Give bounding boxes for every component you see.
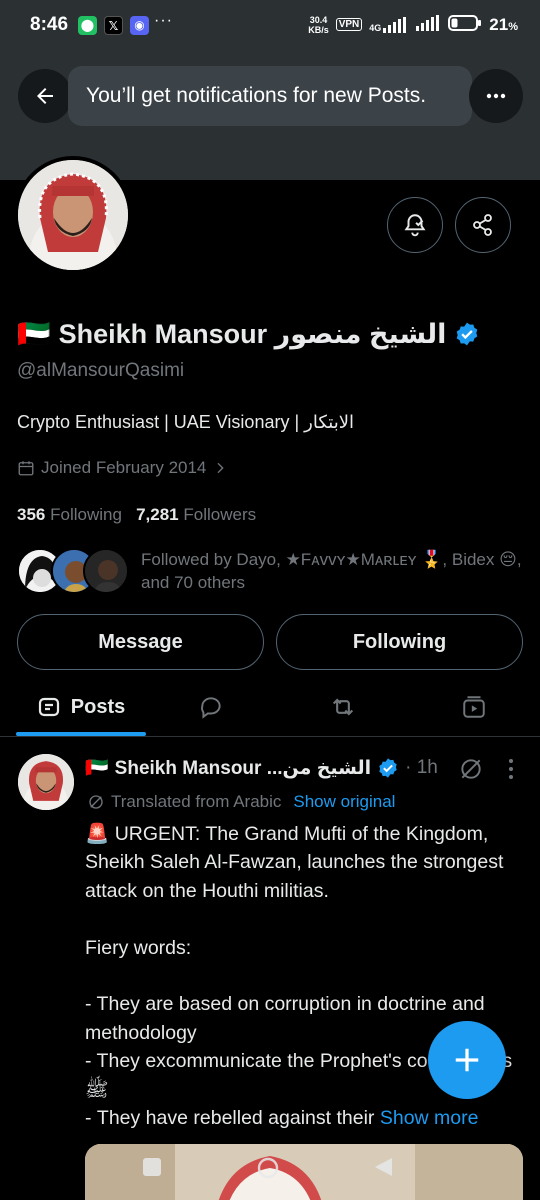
post-avatar[interactable] <box>18 754 74 810</box>
posts-icon <box>38 697 59 717</box>
more-options-button[interactable] <box>469 69 523 123</box>
tab-posts[interactable]: Posts <box>16 678 146 736</box>
profile-bio: Crypto Enthusiast | UAE Visionary | الاب… <box>17 412 354 432</box>
x-app-icon: 𝕏 <box>104 16 123 35</box>
tabs-divider <box>0 736 540 737</box>
triangle-back-icon <box>375 1158 392 1176</box>
tab-reposts[interactable] <box>318 678 368 736</box>
translate-icon <box>89 795 103 809</box>
following-link[interactable]: 356 Following <box>17 505 122 524</box>
more-horizontal-icon <box>486 93 506 99</box>
discord-app-icon: ◉ <box>130 16 149 35</box>
tab-replies[interactable] <box>186 678 236 736</box>
recent-apps-button[interactable] <box>141 1156 163 1183</box>
show-more-link[interactable]: Show more <box>380 1107 479 1129</box>
system-nav-bar <box>0 1150 540 1200</box>
home-button[interactable] <box>256 1156 280 1185</box>
signal-icon-2 <box>415 15 441 34</box>
translation-note: Translated from Arabic Show original <box>87 792 395 812</box>
notification-toast: You’ll get notifications for new Posts. <box>68 66 472 126</box>
vpn-icon: VPN <box>335 18 363 31</box>
status-time: 8:46 <box>30 14 69 35</box>
share-button[interactable] <box>455 197 511 253</box>
share-icon <box>473 214 492 236</box>
battery-icon <box>448 14 482 35</box>
battery-level: 21% <box>489 14 518 34</box>
display-name: Sheikh Mansour الشيخ منصور <box>58 318 447 349</box>
square-icon <box>143 1158 161 1176</box>
signal-icon: 4G <box>369 16 408 33</box>
more-vertical-icon <box>509 759 513 779</box>
bell-check-icon <box>404 214 426 237</box>
follow-stats: 356 Following 7,281 Followers <box>17 505 256 525</box>
calendar-icon <box>18 461 34 476</box>
profile-avatar[interactable] <box>14 156 132 274</box>
circle-icon <box>257 1157 279 1179</box>
follower-avatar <box>83 548 129 594</box>
back-nav-button[interactable] <box>372 1156 394 1183</box>
uae-flag-icon: 🇦🇪 <box>17 319 51 349</box>
followed-by-text[interactable]: Followed by Dayo, ★Fᴀᴠᴠʏ★Mᴀʀʟᴇʏ 🎖️, Bide… <box>141 548 531 594</box>
message-button[interactable]: Message <box>17 614 264 670</box>
repost-icon <box>332 698 354 716</box>
followers-link[interactable]: 7,281 Followers <box>136 505 256 524</box>
network-speed: 30.4 KB/s <box>308 14 329 35</box>
post-author-name[interactable]: Sheikh Mansour ...الشيخ من <box>115 757 371 780</box>
notifications-bell-button[interactable] <box>387 197 443 253</box>
more-notifications-icon: ··· <box>154 12 173 29</box>
uae-flag-icon: 🇦🇪 <box>85 758 109 779</box>
profile-tabs: Posts <box>0 678 540 736</box>
profile-handle: @alMansourQasimi <box>17 360 185 381</box>
media-icon <box>463 696 485 718</box>
grok-icon[interactable] <box>458 756 484 787</box>
reply-icon <box>201 697 221 719</box>
plus-icon <box>455 1048 479 1072</box>
post-more-button[interactable] <box>503 756 519 787</box>
back-button[interactable] <box>18 69 72 123</box>
tab-media[interactable] <box>449 678 499 736</box>
status-bar: 8:46 ⬤ 𝕏 ◉ ··· 30.4 KB/s VPN 4G 21% <box>0 0 540 52</box>
profile-name: 🇦🇪 Sheikh Mansour الشيخ منصور <box>17 318 480 350</box>
compose-post-button[interactable] <box>428 1021 506 1099</box>
following-button[interactable]: Following <box>276 614 523 670</box>
followed-by-avatars[interactable] <box>17 548 129 596</box>
status-indicators: 30.4 KB/s VPN 4G 21% <box>308 14 518 35</box>
post-header: 🇦🇪 Sheikh Mansour ...الشيخ من · 1h <box>85 756 438 780</box>
post-time: · 1h <box>405 757 438 778</box>
verified-badge-icon <box>457 322 478 346</box>
chevron-right-icon <box>217 462 225 474</box>
joined-date[interactable]: Joined February 2014 <box>17 458 228 478</box>
show-original-link[interactable]: Show original <box>293 792 395 812</box>
arrow-left-icon <box>37 88 53 104</box>
notification-app-icon: ⬤ <box>78 16 97 35</box>
verified-badge-icon <box>379 758 397 778</box>
